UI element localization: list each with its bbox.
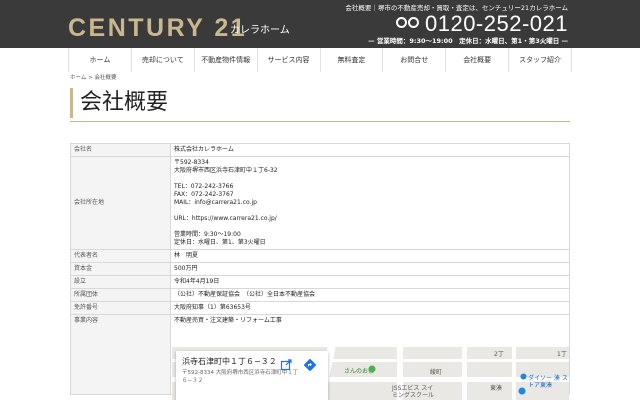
map-label: JSSエビス スイミングスクール	[392, 385, 435, 399]
mail-line[interactable]: MAIL：info@carrera21.co.jp	[174, 199, 566, 207]
logo-subtitle: カレラホーム	[230, 25, 290, 36]
hours-line: 営業時間：9:30〜19:00	[174, 231, 241, 238]
map-label: 東湊	[490, 385, 503, 392]
table-row: 会社名 株式会社カレラホーム	[70, 143, 570, 157]
nav-item-company[interactable]: 会社概要	[445, 48, 508, 72]
row-label: 所属団体	[70, 288, 171, 302]
station-icon	[518, 387, 526, 395]
row-label: 免許番号	[70, 301, 171, 315]
open-in-maps-icon[interactable]	[280, 359, 292, 371]
freedial-icon	[395, 17, 420, 31]
map-card-address: 〒592-8334 大阪府堺市西区浜寺石津町中１丁６−３２	[182, 370, 299, 384]
title-accent-bar	[70, 88, 73, 118]
title-divider	[70, 121, 570, 122]
map-pin-icon	[368, 365, 376, 373]
map-card-title: 浜寺石津町中１丁６−３２	[182, 357, 277, 366]
address-line: 〒592-8334	[174, 159, 209, 166]
nav-item-appraisal[interactable]: 無料査定	[319, 48, 383, 72]
fax-line: FAX：072-242-3767	[174, 191, 234, 198]
table-row: 所属団体 （公社）不動産保証協会 （公社）全日本不動産協会	[70, 288, 570, 302]
main-nav: ホーム 売却について 不動産物件情報 サービス内容 無料査定 お問合せ 会社概要…	[68, 48, 572, 72]
nav-item-sell[interactable]: 売却について	[130, 48, 194, 72]
row-label: 設立	[70, 275, 171, 289]
address-line: 大阪府堺市西区浜寺石津町中１丁6-32	[174, 167, 278, 174]
nav-item-contact[interactable]: お問合せ	[382, 48, 445, 72]
address-line	[174, 223, 566, 231]
nav-item-staff[interactable]: スタッフ紹介	[508, 48, 572, 72]
organizations: （公社）不動産保証協会 （公社）全日本不動産協会	[170, 288, 570, 302]
table-row: 代表者名 林 明夏	[70, 249, 570, 263]
capital: 500万円	[170, 262, 570, 276]
representative: 林 明夏	[170, 249, 570, 263]
table-row: 会社所在地 〒592-8334 大阪府堺市西区浜寺石津町中１丁6-32 TEL：…	[70, 156, 570, 250]
table-row: 資本金 500万円	[70, 262, 570, 276]
address-line	[174, 175, 566, 183]
map-place-card: 浜寺石津町中１丁６−３２ 〒592-8334 大阪府堺市西区浜寺石津町中１丁６−…	[176, 351, 328, 400]
license-number: 大阪府知事（1）第63653号	[170, 301, 570, 315]
row-label: 代表者名	[70, 249, 171, 263]
map-road	[462, 347, 467, 400]
nav-item-services[interactable]: サービス内容	[256, 48, 320, 72]
tel-line[interactable]: TEL：072-242-3766	[174, 183, 566, 191]
company-address: 〒592-8334 大阪府堺市西区浜寺石津町中１丁6-32 TEL：072-24…	[170, 156, 570, 250]
table-row: 免許番号 大阪府知事（1）第63653号	[70, 301, 570, 315]
company-name: 株式会社カレラホーム	[170, 143, 570, 157]
breadcrumb[interactable]: ホーム > 会社概要	[70, 74, 116, 82]
map-road	[512, 347, 516, 400]
directions-icon[interactable]	[304, 359, 316, 371]
holiday-line: 定休日：水曜日、第1、第3火曜日	[174, 239, 266, 246]
row-label: 資本金	[70, 262, 171, 276]
map-label: 2丁	[494, 351, 504, 358]
business-hours: — 営業時間：9:30〜19:00 定休日：水曜日、第1・第3火曜日 —	[368, 37, 568, 45]
phone-number[interactable]: 0120-252-021	[425, 11, 568, 37]
nav-item-properties[interactable]: 不動産物件情報	[193, 48, 257, 72]
map-label: 綾町	[430, 369, 443, 376]
phone-row[interactable]: 0120-252-021	[395, 11, 568, 37]
map-label: ダイソー 湊 ストア東湊	[528, 375, 568, 389]
site-header: CENTURY 21 カレラホーム 会社概要｜堺市の不動産売却・買取・査定は、セ…	[0, 0, 640, 48]
row-label: 会社所在地	[70, 156, 171, 250]
shop-icon	[520, 373, 527, 380]
url-line[interactable]: URL：https://www.carrera21.co.jp/	[174, 215, 566, 223]
nav-item-home[interactable]: ホーム	[68, 48, 131, 72]
address-line	[174, 207, 566, 215]
founded-date: 令和4年4月19日	[170, 275, 570, 289]
map-label: 1丁	[557, 351, 567, 358]
century21-logo[interactable]: CENTURY 21	[68, 14, 247, 42]
row-label: 会社名	[70, 143, 171, 157]
table-row: 設立 令和4年4月19日	[70, 275, 570, 289]
page-title: 会社概要	[80, 90, 169, 115]
row-label: 事業内容	[70, 314, 171, 395]
